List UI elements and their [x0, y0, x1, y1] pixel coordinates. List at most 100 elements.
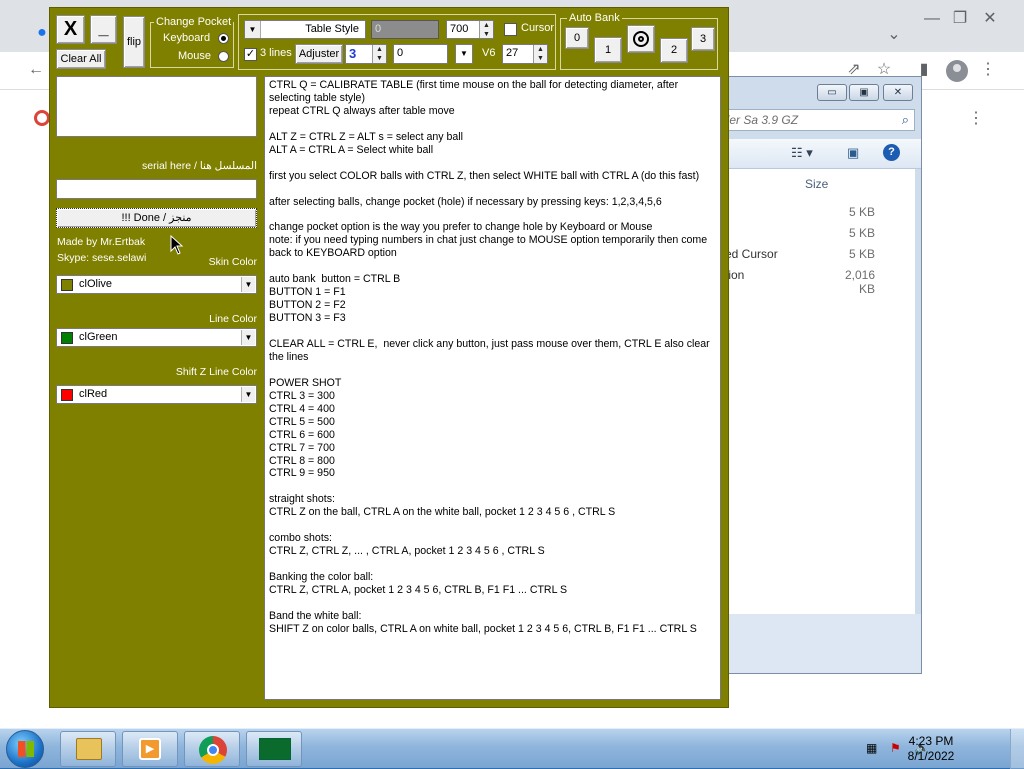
- preview-pane-icon[interactable]: ▣: [847, 145, 859, 161]
- help-text-area[interactable]: CTRL Q = CALIBRATE TABLE (first time mou…: [264, 76, 721, 700]
- explorer-minimize-button[interactable]: ▭: [817, 84, 847, 101]
- chrome-close-icon[interactable]: ✕: [978, 8, 1002, 32]
- help-line: [269, 118, 716, 131]
- lines-checkbox[interactable]: ✓: [244, 48, 257, 61]
- table-style-select[interactable]: ▼ Table Style: [244, 20, 366, 39]
- auto-bank-0-button[interactable]: 0: [565, 27, 589, 49]
- menu-icon[interactable]: ⋮: [976, 59, 1000, 83]
- help-line: [269, 364, 716, 377]
- minimize-button[interactable]: _: [90, 15, 117, 44]
- mouse-radio[interactable]: [218, 51, 229, 62]
- flip-button[interactable]: flip: [123, 16, 145, 68]
- chevron-down-icon[interactable]: ⌄: [882, 24, 906, 48]
- explorer-close-button[interactable]: ✕: [883, 84, 913, 101]
- adjuster-spin[interactable]: ▲ ▼: [372, 45, 386, 63]
- field-b-spin[interactable]: ▲ ▼: [479, 21, 493, 38]
- help-line: CTRL 3 = 300: [269, 389, 335, 402]
- field-a[interactable]: 0: [371, 20, 439, 39]
- serial-input[interactable]: [56, 179, 257, 199]
- size-column-header[interactable]: Size: [805, 177, 828, 191]
- explorer-maximize-button[interactable]: ▣: [849, 84, 879, 101]
- line-color-select[interactable]: clGreen ▼: [56, 328, 257, 347]
- chevron-down-icon[interactable]: ▼: [457, 46, 471, 62]
- mouse-option-label[interactable]: Mouse: [178, 50, 211, 62]
- help-line: BUTTON 3 = F3: [269, 312, 346, 325]
- clear-all-button[interactable]: Clear All: [56, 49, 106, 69]
- help-line: CTRL Z, CTRL Z, ... , CTRL A, pocket 1 2…: [269, 545, 545, 558]
- skin-color-label: Skin Color: [208, 256, 257, 268]
- taskbar-app[interactable]: [246, 731, 302, 767]
- help-line: [269, 208, 716, 221]
- keyboard-radio[interactable]: [218, 33, 229, 44]
- chevron-down-icon[interactable]: ▼: [241, 330, 255, 345]
- help-line: [269, 325, 716, 338]
- help-line: BUTTON 1 = F1: [269, 286, 346, 299]
- help-line: Banking the color ball:: [269, 571, 374, 584]
- explorer-search-box[interactable]: uler Sa 3.9 GZ ⌕: [711, 109, 915, 131]
- field-d-spinner[interactable]: 27 ▲ ▼: [502, 44, 548, 64]
- cursor-checkbox[interactable]: [504, 23, 517, 36]
- chevron-down-icon[interactable]: ▼: [241, 387, 255, 402]
- chevron-down-icon[interactable]: ▼: [245, 21, 261, 38]
- help-line: CTRL Q = CALIBRATE TABLE (first time mou…: [269, 79, 682, 104]
- done-button[interactable]: !!! Done / منجز: [56, 208, 257, 228]
- network-icon[interactable]: ▦: [866, 741, 877, 755]
- explorer-window: ▭ ▣ ✕ uler Sa 3.9 GZ ⌕ ☷ ▾ ▣ ? Size 5 KB…: [700, 76, 922, 674]
- table-style-label: Table Style: [305, 23, 359, 35]
- close-button[interactable]: X: [56, 15, 85, 44]
- chrome-restore-icon[interactable]: ❐: [948, 8, 972, 32]
- start-button[interactable]: [6, 730, 44, 768]
- clock-time: 4:23 PM: [908, 734, 954, 748]
- view-icon[interactable]: ☷ ▾: [791, 145, 813, 161]
- made-by-label: Made by Mr.Ertbak: [57, 236, 146, 248]
- pool-helper-window: X _ Clear All flip Change Pocket Keyboar…: [49, 7, 729, 708]
- help-icon[interactable]: ?: [883, 144, 900, 161]
- page-menu-icon[interactable]: ⋮: [964, 108, 988, 132]
- shiftz-color-select[interactable]: clRed ▼: [56, 385, 257, 404]
- help-line: [269, 558, 716, 571]
- help-line: CTRL 8 = 800: [269, 454, 335, 467]
- chrome-minimize-icon[interactable]: —: [920, 8, 944, 32]
- change-pocket-title: Change Pocket: [154, 16, 234, 28]
- line-color-label: Line Color: [209, 313, 257, 325]
- taskbar-media[interactable]: ▶: [122, 731, 178, 767]
- file-name: ed Cursor: [725, 247, 778, 261]
- field-c[interactable]: 0: [393, 44, 448, 64]
- red-swatch: [61, 389, 73, 401]
- media-player-icon: ▶: [139, 738, 161, 760]
- avatar[interactable]: [946, 60, 968, 82]
- taskbar-chrome[interactable]: [184, 731, 240, 767]
- clock[interactable]: 4:23 PM 8/1/2022: [896, 734, 966, 764]
- line-color-value: clGreen: [79, 331, 118, 343]
- cursor-label[interactable]: Cursor: [521, 22, 554, 34]
- page-left-edge: [0, 90, 50, 728]
- help-line: straight shots:: [269, 493, 335, 506]
- v6-select[interactable]: ▼: [455, 44, 473, 64]
- taskbar-explorer[interactable]: [60, 731, 116, 767]
- chevron-down-icon[interactable]: ▼: [241, 277, 255, 292]
- help-line: SHIFT Z on color balls, CTRL A on white …: [269, 622, 697, 635]
- field-b-spinner[interactable]: 700 ▲ ▼: [446, 20, 494, 39]
- info-box[interactable]: [56, 76, 257, 137]
- adjuster-spinner[interactable]: 3 ▲ ▼: [345, 44, 387, 64]
- auto-bank-title: Auto Bank: [567, 12, 622, 24]
- file-size: 2,016 KB: [844, 268, 875, 296]
- skin-color-select[interactable]: clOlive ▼: [56, 275, 257, 294]
- search-icon[interactable]: ⌕: [902, 112, 909, 128]
- help-line: CTRL 6 = 600: [269, 428, 335, 441]
- auto-bank-2-button[interactable]: 2: [660, 38, 688, 63]
- help-line: change pocket option is the way you pref…: [269, 221, 653, 234]
- adjuster-button[interactable]: Adjuster: [295, 44, 343, 64]
- help-line: ALT A = CTRL A = Select white ball: [269, 143, 434, 156]
- shiftz-color-value: clRed: [79, 388, 108, 400]
- field-d-spin[interactable]: ▲ ▼: [533, 45, 547, 63]
- back-icon[interactable]: ←: [24, 59, 48, 83]
- field-b-value: 700: [450, 23, 469, 35]
- keyboard-option-label[interactable]: Keyboard: [163, 32, 210, 44]
- show-desktop-button[interactable]: [1010, 729, 1024, 769]
- target-button[interactable]: [627, 25, 655, 53]
- v6-label: V6: [482, 47, 496, 59]
- lines-label[interactable]: 3 lines: [260, 47, 292, 59]
- auto-bank-1-button[interactable]: 1: [594, 37, 622, 63]
- auto-bank-3-button[interactable]: 3: [691, 27, 715, 51]
